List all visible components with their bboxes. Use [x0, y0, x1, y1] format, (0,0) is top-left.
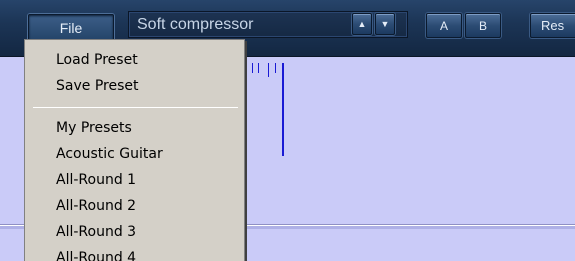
menu-item-all-round-1[interactable]: All-Round 1	[25, 167, 244, 193]
menu-item-all-round-2[interactable]: All-Round 2	[25, 193, 244, 219]
reset-button[interactable]: Res	[530, 13, 575, 38]
waveform-spike	[252, 63, 253, 73]
waveform-spike	[268, 63, 269, 77]
menu-separator	[33, 107, 238, 108]
menu-item-load-preset[interactable]: Load Preset	[25, 47, 244, 73]
file-menu-button[interactable]: File	[28, 14, 114, 41]
waveform-spike	[258, 63, 259, 73]
a-button-label: A	[439, 18, 448, 33]
a-compare-button[interactable]: A	[426, 13, 462, 38]
menu-item-acoustic-guitar[interactable]: Acoustic Guitar	[25, 141, 244, 167]
waveform-spike	[275, 63, 276, 73]
menu-item-my-presets[interactable]: My Presets	[25, 115, 244, 141]
compressor-plugin-window: File Soft compressor ▲ ▼ A B Res Load Pr…	[0, 0, 575, 261]
b-compare-button[interactable]: B	[465, 13, 501, 38]
menu-item-all-round-4[interactable]: All-Round 4	[25, 245, 244, 261]
file-button-label: File	[59, 19, 83, 36]
next-preset-button[interactable]: ▼	[375, 13, 395, 35]
menu-item-save-preset[interactable]: Save Preset	[25, 73, 244, 99]
reset-button-label: Res	[541, 18, 565, 33]
menu-item-all-round-3[interactable]: All-Round 3	[25, 219, 244, 245]
arrow-up-icon: ▲	[357, 19, 367, 29]
file-dropdown-menu: Load Preset Save Preset My Presets Acous…	[24, 39, 245, 261]
arrow-down-icon: ▼	[380, 19, 390, 29]
waveform-spike	[282, 63, 284, 156]
preset-name-text: Soft compressor	[137, 16, 254, 33]
previous-preset-button[interactable]: ▲	[352, 13, 372, 35]
b-button-label: B	[478, 18, 487, 33]
